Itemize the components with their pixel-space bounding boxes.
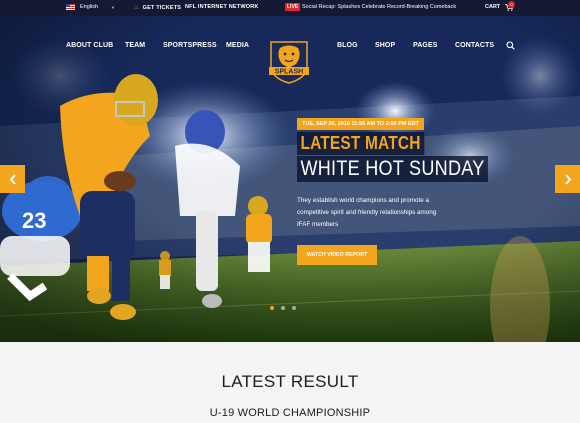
nav-item-shop[interactable]: SHOP — [375, 42, 395, 49]
chevron-left-icon — [9, 173, 16, 185]
event-date-badge: TUE, SEP 20, 2016 11:55 AM TO 2:00 PM ED… — [297, 118, 424, 130]
chevron-right-icon — [564, 173, 571, 185]
player-blue-left: 23 — [0, 176, 82, 302]
hero-slider: 23 ABOUT CLUB TEAM SPORTSPRESS MEDIA BLO… — [0, 16, 580, 342]
cart-count-badge: 0 — [508, 1, 515, 8]
get-tickets-link[interactable]: ♨ GET TICKETS — [134, 4, 182, 12]
player-gold-main — [60, 74, 158, 320]
watch-video-report-button[interactable]: WATCH VIDEO REPORT — [297, 245, 377, 265]
chevron-down-icon: ▼ — [111, 4, 116, 10]
slider-dot[interactable] — [292, 306, 296, 310]
language-label: English — [80, 4, 99, 10]
hero-title-line2: WHITE HOT SUNDAY — [297, 156, 488, 182]
live-badge: LIVE — [285, 3, 301, 11]
network-link[interactable]: NFL INTERNET NETWORK — [185, 4, 259, 10]
player-blue-center — [175, 110, 240, 308]
slider-dot[interactable] — [270, 306, 274, 310]
cart-label: CART — [485, 4, 501, 10]
nav-item-contacts[interactable]: CONTACTS — [455, 42, 494, 49]
get-tickets-label: GET TICKETS — [142, 4, 182, 11]
nav-item-about-club[interactable]: ABOUT CLUB — [66, 42, 113, 49]
nav-item-media[interactable]: MEDIA — [226, 42, 249, 49]
news-ticker-link[interactable]: Social Recap: Splashes Celebrate Record-… — [302, 4, 456, 10]
slider-prev-button[interactable] — [0, 165, 25, 193]
nav-item-sportspress[interactable]: SPORTSPRESS — [163, 42, 217, 49]
slider-dot[interactable] — [281, 306, 285, 310]
section-heading: LATEST RESULT — [221, 372, 359, 391]
us-flag-icon — [66, 4, 75, 10]
slider-next-button[interactable] — [555, 165, 580, 193]
nav-item-blog[interactable]: BLOG — [337, 42, 358, 49]
hero-title-line1: LATEST MATCH — [297, 132, 425, 155]
hero-description: They establish world champions and promo… — [297, 197, 437, 228]
fire-icon: ♨ — [134, 5, 140, 11]
slider-pagination — [270, 306, 296, 310]
latest-result-section: LATEST RESULT U-19 WORLD CHAMPIONSHIP — [0, 342, 580, 423]
logo-text: SPLASH — [275, 69, 303, 76]
search-icon[interactable] — [506, 41, 515, 50]
player-gold-small — [246, 196, 272, 272]
svg-text:23: 23 — [22, 208, 46, 233]
splash-logo[interactable]: SPLASH — [266, 40, 312, 84]
nav-item-team[interactable]: TEAM — [125, 42, 145, 49]
language-selector[interactable]: English ▼ — [66, 4, 115, 10]
section-subheading: U-19 WORLD CHAMPIONSHIP — [209, 407, 371, 419]
nav-item-pages[interactable]: PAGES — [413, 42, 438, 49]
player-distant — [159, 251, 171, 289]
divider: | — [178, 4, 180, 10]
top-bar: English ▼ ♨ GET TICKETS | NFL INTERNET N… — [0, 0, 580, 16]
